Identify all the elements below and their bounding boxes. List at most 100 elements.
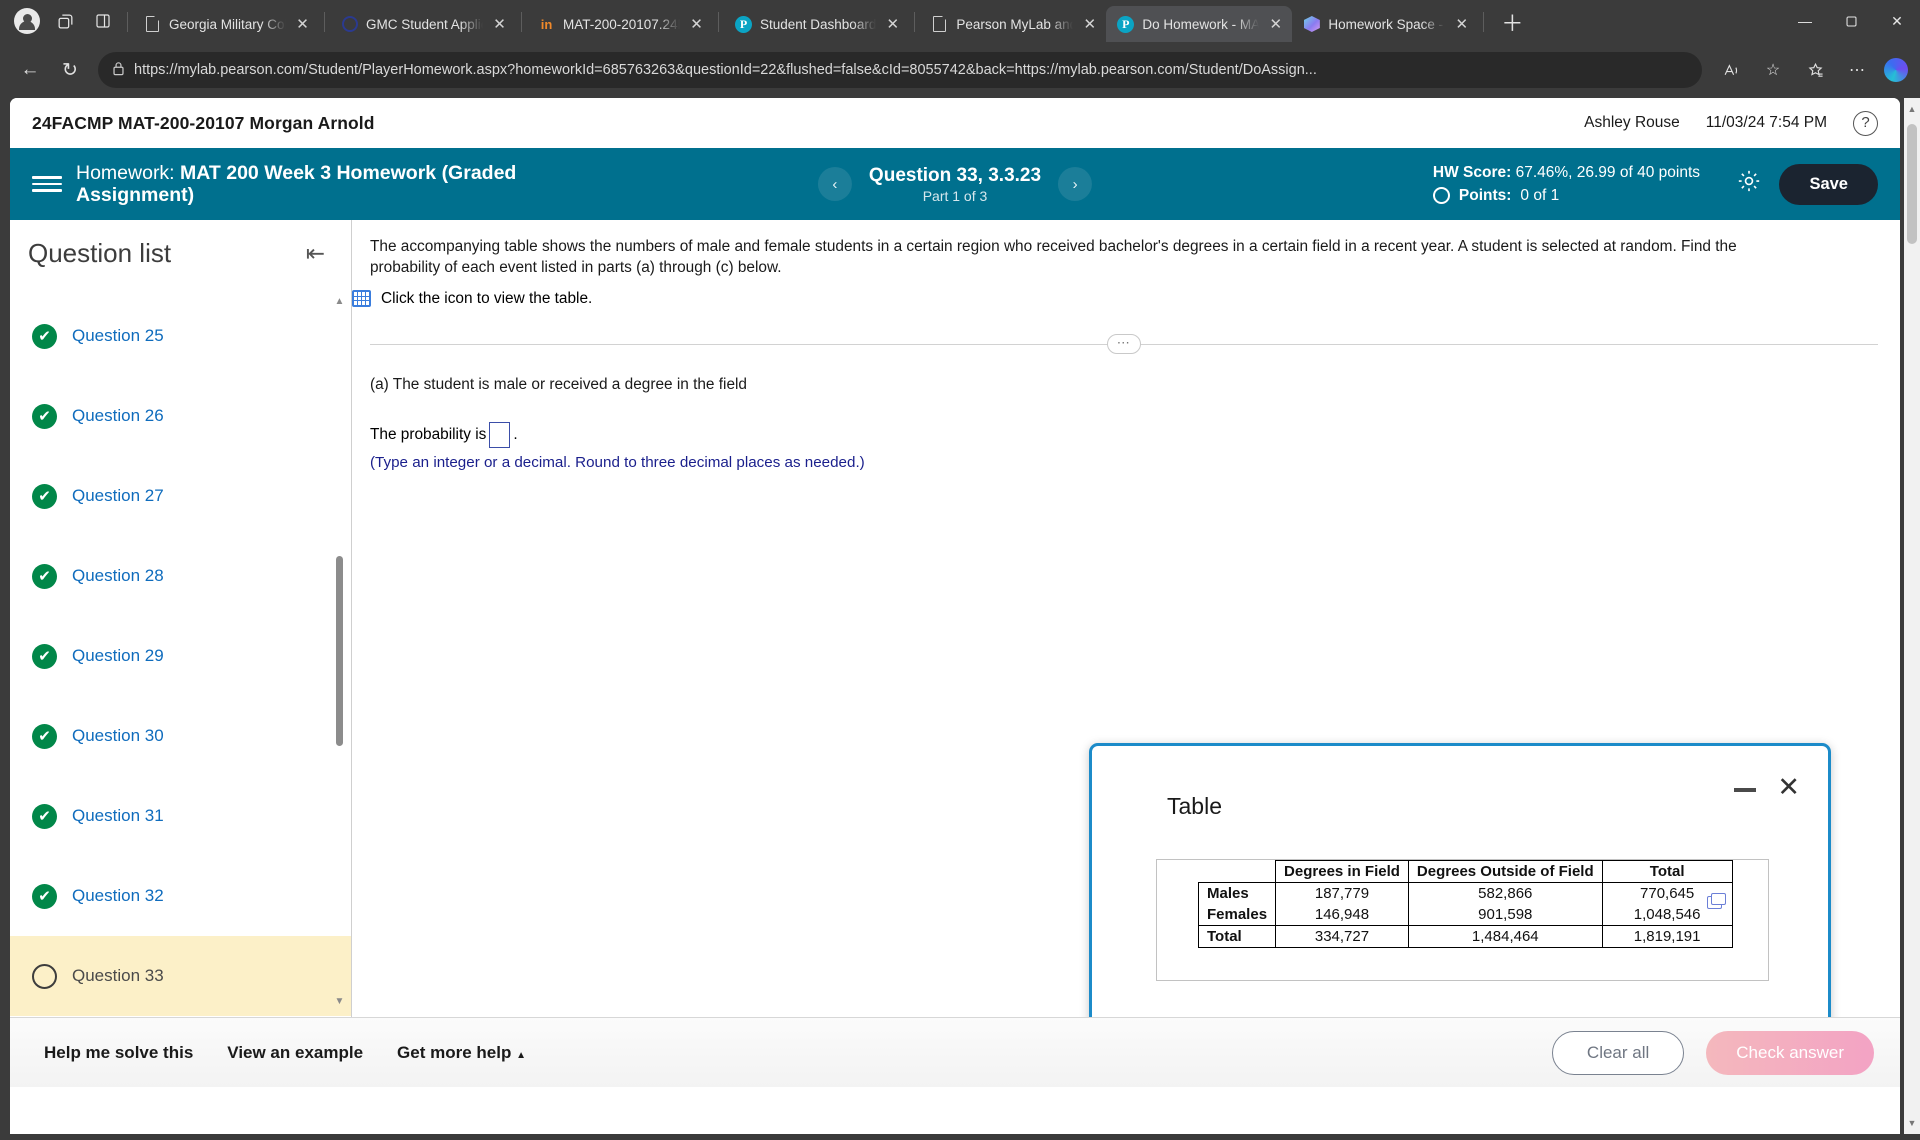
view-an-example-button[interactable]: View an example — [227, 1043, 363, 1063]
browser-tab[interactable]: P Student Dashboard ✕ — [724, 6, 909, 42]
page-scrollbar-thumb[interactable] — [1907, 124, 1917, 244]
caret-up-icon: ▲ — [516, 1049, 526, 1061]
homework-title: Homework: MAT 200 Week 3 Homework (Grade… — [76, 162, 636, 207]
reload-icon[interactable]: ↻ — [52, 52, 88, 88]
browser-tab[interactable]: Homework Space - S ✕ — [1292, 6, 1478, 42]
browser-tab[interactable]: Pearson MyLab and M ✕ — [920, 6, 1106, 42]
sidebar-item-question-32[interactable]: ✔ Question 32 — [10, 856, 351, 936]
tab-close-icon[interactable]: ✕ — [491, 15, 508, 33]
tab-search-icon[interactable] — [46, 4, 84, 38]
divider-handle-icon[interactable]: ⋯ — [1107, 333, 1141, 354]
split-screen-icon[interactable] — [84, 4, 122, 38]
points-row: Points: 0 of 1 — [1432, 184, 1700, 207]
restore-window-icon[interactable] — [1828, 0, 1874, 42]
sidebar-item-label: Question 33 — [72, 966, 164, 985]
check-answer-button[interactable]: Check answer — [1706, 1030, 1874, 1075]
sidebar-item-question-26[interactable]: ✔ Question 26 — [10, 376, 351, 456]
page-scrollbar[interactable]: ▲ ▼ — [1904, 98, 1920, 1134]
sidebar-item-label: Question 27 — [72, 486, 164, 505]
hw-score-row: HW Score: 67.46%, 26.99 of 40 points — [1433, 161, 1700, 184]
next-question-button[interactable]: › — [1058, 167, 1093, 201]
menu-icon[interactable] — [32, 176, 62, 192]
profile-avatar-icon[interactable] — [8, 4, 46, 38]
table-grid-icon[interactable] — [352, 290, 371, 307]
sidebar-item-question-33[interactable]: Question 33 — [10, 936, 351, 1016]
check-icon: ✔ — [32, 803, 57, 829]
period-text: . — [513, 425, 518, 443]
browser-tab[interactable]: Georgia Military Coll ✕ — [133, 6, 319, 42]
degrees-table: Degrees in Field Degrees Outside of Fiel… — [1197, 860, 1733, 948]
clear-all-button[interactable]: Clear all — [1551, 1030, 1685, 1075]
address-bar[interactable]: https://mylab.pearson.com/Student/Player… — [98, 52, 1702, 88]
save-button[interactable]: Save — [1779, 163, 1878, 205]
tab-close-icon[interactable]: ✕ — [688, 15, 705, 33]
tab-close-icon[interactable]: ✕ — [1453, 15, 1470, 33]
close-window-icon[interactable]: ✕ — [1874, 0, 1920, 42]
page-scroll-up-icon[interactable]: ▲ — [1904, 104, 1920, 114]
scrollbar-thumb[interactable] — [336, 556, 343, 746]
minimize-window-icon[interactable]: — — [1782, 0, 1828, 42]
in-icon: in — [540, 16, 553, 32]
tab-close-icon[interactable]: ✕ — [294, 15, 311, 33]
cell-males-in-field: 187,779 — [1275, 882, 1409, 904]
scroll-down-icon[interactable]: ▼ — [334, 996, 345, 1007]
browser-settings-icon[interactable]: ⋯ — [1838, 52, 1876, 88]
cell-males-outside-field: 582,866 — [1407, 882, 1603, 904]
sidebar-item-question-28[interactable]: ✔ Question 28 — [10, 536, 351, 616]
browser-tab-active[interactable]: P Do Homework - MAT ✕ — [1106, 6, 1293, 42]
points-status-icon — [1432, 187, 1450, 205]
sidebar-item-question-29[interactable]: ✔ Question 29 — [10, 616, 351, 696]
view-table-link[interactable]: Click the icon to view the table. — [352, 290, 1900, 308]
tab-separator — [718, 12, 719, 32]
table-dialog: Table ✕ Degrees in Field Degrees Outside… — [1089, 743, 1831, 1017]
probability-row: The probability is . — [370, 421, 1900, 448]
gear-icon[interactable] — [1736, 168, 1762, 200]
new-tab-icon[interactable]: ＋ — [1489, 13, 1535, 35]
get-more-help-button[interactable]: Get more help ▲ — [397, 1043, 526, 1063]
browser-tab[interactable]: in MAT-200-20107.24FA ✕ — [527, 6, 713, 42]
sidebar-item-label: Question 25 — [72, 326, 164, 345]
cell-total-outside-field: 1,484,464 — [1407, 925, 1603, 948]
favorite-star-icon[interactable]: ☆ — [1754, 52, 1792, 88]
browser-tab[interactable]: GMC Student Applica ✕ — [330, 6, 516, 42]
answer-input[interactable] — [489, 421, 511, 448]
help-me-solve-this-button[interactable]: Help me solve this — [44, 1043, 193, 1063]
window-controls: — ✕ — [1782, 0, 1920, 42]
cell-females-outside-field: 901,598 — [1407, 904, 1603, 926]
tab-separator — [324, 12, 325, 32]
page-scroll-down-icon[interactable]: ▼ — [1904, 1118, 1920, 1128]
row-label-females: Females — [1197, 904, 1277, 926]
collections-icon[interactable] — [1796, 52, 1834, 88]
collapse-sidebar-icon[interactable]: ⇤ — [306, 240, 325, 267]
document-icon — [144, 15, 161, 33]
help-icon[interactable]: ? — [1853, 110, 1878, 136]
sidebar-item-question-31[interactable]: ✔ Question 31 — [10, 776, 351, 856]
document-icon — [931, 15, 948, 33]
copy-icon[interactable] — [1707, 893, 1726, 909]
tab-title: Georgia Military Coll — [169, 16, 286, 32]
check-icon: ✔ — [32, 643, 57, 669]
score-summary: HW Score: 67.46%, 26.99 of 40 points Poi… — [1432, 161, 1700, 208]
copilot-icon[interactable] — [1884, 58, 1908, 82]
prev-question-button[interactable]: ‹ — [817, 167, 852, 201]
sidebar-item-question-30[interactable]: ✔ Question 30 — [10, 696, 351, 776]
tab-close-icon[interactable]: ✕ — [1267, 15, 1284, 33]
close-dialog-icon[interactable]: ✕ — [1777, 774, 1800, 801]
question-list[interactable]: ✔ Question 25 ✔ Question 26 ✔ Question 2… — [10, 296, 351, 1017]
sidebar-scrollbar[interactable]: ▲ ▼ — [333, 296, 345, 1007]
lock-icon — [112, 61, 125, 79]
back-icon[interactable]: ← — [12, 52, 48, 88]
tab-close-icon[interactable]: ✕ — [884, 15, 901, 33]
read-aloud-icon[interactable] — [1712, 52, 1750, 88]
sidebar-item-question-25[interactable]: ✔ Question 25 — [10, 296, 351, 376]
tab-title: Homework Space - S — [1328, 16, 1446, 32]
question-prompt: The accompanying table shows the numbers… — [370, 238, 1737, 277]
sidebar-item-label: Question 30 — [72, 726, 164, 745]
sidebar-item-question-27[interactable]: ✔ Question 27 — [10, 456, 351, 536]
table-corner-cell — [1199, 861, 1276, 883]
answer-actions: Clear all Check answer — [1551, 1030, 1874, 1075]
minimize-dialog-icon[interactable] — [1734, 788, 1756, 792]
scroll-up-icon[interactable]: ▲ — [334, 296, 345, 307]
probability-label: The probability is — [370, 425, 487, 443]
tab-close-icon[interactable]: ✕ — [1081, 15, 1098, 33]
